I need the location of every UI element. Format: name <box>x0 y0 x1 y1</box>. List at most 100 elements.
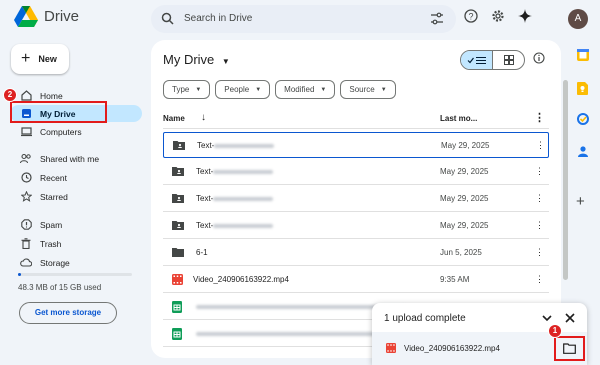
more-options-icon[interactable]: ⋮ <box>535 247 544 258</box>
annotation-badge-2: 2 <box>3 88 17 102</box>
sidebar-item-trash[interactable]: Trash <box>10 235 142 252</box>
row-name: Video_240906163922.mp4 <box>193 275 289 284</box>
spam-icon <box>20 219 32 231</box>
settings-icon[interactable] <box>491 9 505 23</box>
shared-folder-icon <box>172 194 184 203</box>
new-button-label: New <box>38 54 57 64</box>
tasks-icon[interactable] <box>577 113 589 125</box>
shared-folder-icon <box>172 167 184 176</box>
table-row[interactable]: 6-1 Jun 5, 2025 ⋮ <box>163 240 549 266</box>
more-options-icon[interactable]: ⋮ <box>535 220 544 231</box>
gemini-icon[interactable] <box>518 9 532 23</box>
column-header-name[interactable]: Name <box>163 114 185 123</box>
sidebar-item-computers[interactable]: Computers <box>10 123 142 140</box>
table-row[interactable]: Text- May 29, 2025 ⋮ <box>163 132 549 158</box>
cloud-icon <box>20 257 32 269</box>
row-date: May 29, 2025 <box>440 194 489 203</box>
column-header-last-modified[interactable]: Last mo... <box>440 114 477 123</box>
home-icon <box>20 90 32 102</box>
drive-logo[interactable]: Drive <box>14 6 79 27</box>
sheets-icon <box>172 328 182 340</box>
caret-down-icon: ▼ <box>221 57 230 66</box>
calendar-icon[interactable] <box>577 49 589 61</box>
filter-people[interactable]: People ▼ <box>215 80 271 99</box>
sidebar-item-starred[interactable]: Starred <box>10 188 142 205</box>
collapse-icon[interactable] <box>542 315 552 322</box>
sheets-icon <box>172 301 182 313</box>
filter-modified[interactable]: Modified ▼ <box>275 80 336 99</box>
annotation-box-my-drive <box>10 101 107 123</box>
check-list-icon <box>467 56 486 64</box>
table-row[interactable]: Video_240906163922.mp4 9:35 AM ⋮ <box>163 267 549 293</box>
filter-type[interactable]: Type ▼ <box>163 80 211 99</box>
redacted-text <box>213 224 273 228</box>
keep-icon[interactable] <box>577 82 588 95</box>
sidebar-item-storage[interactable]: Storage <box>10 254 142 271</box>
new-button[interactable]: + New <box>11 44 69 74</box>
filter-source[interactable]: Source ▼ <box>340 80 396 99</box>
contacts-icon[interactable] <box>577 145 589 157</box>
storage-fill <box>18 273 22 276</box>
sidebar-item-spam[interactable]: Spam <box>10 216 142 233</box>
table-row[interactable]: Text- May 29, 2025 ⋮ <box>163 159 549 185</box>
more-options-icon[interactable]: ⋮ <box>534 111 545 124</box>
divider <box>163 128 549 129</box>
sidebar-item-shared[interactable]: Shared with me <box>10 150 142 167</box>
sidebar-item-label: Spam <box>40 219 63 230</box>
close-icon[interactable] <box>565 313 575 323</box>
people-icon <box>20 153 32 165</box>
storage-text: 48.3 MB of 15 GB used <box>18 283 102 292</box>
view-toggle[interactable] <box>460 50 525 70</box>
sidebar-item-recent[interactable]: Recent <box>10 169 142 186</box>
plus-icon: + <box>21 50 31 67</box>
table-row[interactable]: Text- May 29, 2025 ⋮ <box>163 213 549 239</box>
shared-folder-icon <box>172 221 184 230</box>
row-name: Text- <box>196 221 214 230</box>
grid-icon <box>503 55 514 65</box>
search-input[interactable]: Search in Drive <box>184 13 252 24</box>
more-options-icon[interactable]: ⋮ <box>535 193 544 204</box>
row-date: May 29, 2025 <box>441 141 490 150</box>
avatar[interactable]: A <box>568 9 588 29</box>
upload-file-name: Video_240906163922.mp4 <box>404 344 500 353</box>
video-icon <box>172 274 183 285</box>
grid-view-button[interactable] <box>493 51 524 69</box>
sidebar-item-label: Recent <box>40 172 67 183</box>
sort-arrow-icon[interactable]: ↓ <box>201 112 206 123</box>
app-name: Drive <box>44 8 80 25</box>
shared-folder-icon <box>173 141 185 150</box>
row-name: Text- <box>196 194 214 203</box>
filter-label: People <box>224 85 250 94</box>
annotation-badge-1: 1 <box>548 324 562 338</box>
sidebar-item-label: Storage <box>40 257 70 268</box>
caret-down-icon: ▼ <box>320 86 327 93</box>
get-more-storage-button[interactable]: Get more storage <box>19 302 117 324</box>
caret-down-icon: ▼ <box>255 86 262 93</box>
list-view-button[interactable] <box>461 51 493 69</box>
caret-down-icon: ▼ <box>195 86 202 93</box>
filter-label: Source <box>349 85 375 94</box>
search-bar[interactable]: Search in Drive <box>151 5 456 33</box>
more-options-icon[interactable]: ⋮ <box>535 166 544 177</box>
row-name: 6-1 <box>196 248 208 257</box>
filter-label: Modified <box>284 85 315 94</box>
search-options-icon[interactable] <box>430 12 444 25</box>
table-row[interactable]: Text- May 29, 2025 ⋮ <box>163 186 549 212</box>
more-options-icon[interactable]: ⋮ <box>535 274 544 285</box>
storage-bar <box>18 273 132 276</box>
row-date: May 29, 2025 <box>440 221 489 230</box>
row-date: May 29, 2025 <box>440 167 489 176</box>
help-icon[interactable]: ? <box>464 9 478 23</box>
computer-icon <box>20 126 32 138</box>
filter-chips: Type ▼ People ▼ Modified ▼ Source ▼ <box>163 80 396 99</box>
redacted-text <box>213 170 273 174</box>
row-name: Text- <box>196 167 214 176</box>
video-icon <box>386 343 396 353</box>
search-icon <box>161 12 174 25</box>
more-options-icon[interactable]: ⋮ <box>536 140 545 151</box>
page-title[interactable]: My Drive ▼ <box>163 52 230 67</box>
annotation-box-folder <box>554 336 585 361</box>
scrollbar[interactable] <box>563 80 568 280</box>
add-addon-icon[interactable]: + <box>576 193 585 210</box>
info-icon[interactable] <box>533 52 545 64</box>
